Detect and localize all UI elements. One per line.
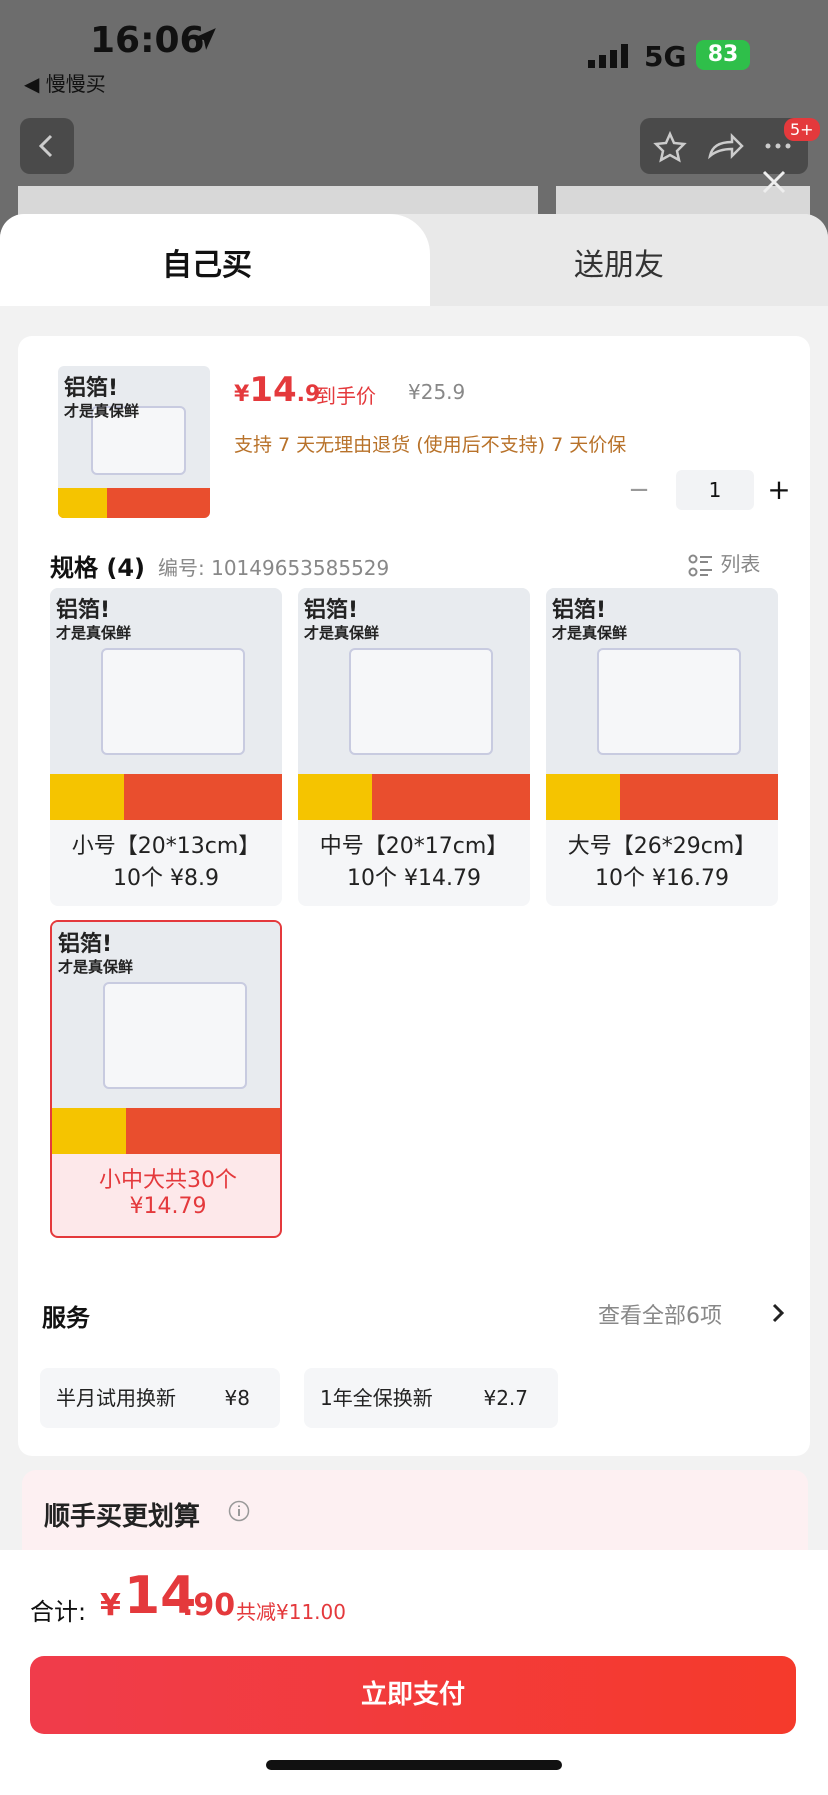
chevron-right-icon[interactable] xyxy=(770,1302,786,1324)
spec-option-large[interactable]: 铝箔! 才是真保鲜 大号【26*29cm】 10个 ¥16.79 xyxy=(546,588,778,906)
spec-code: 编号: 10149653585529 xyxy=(158,556,390,580)
option-name: 中号【20*17cm】 xyxy=(319,834,509,859)
home-indicator[interactable] xyxy=(266,1760,562,1770)
original-price: ¥25.9 xyxy=(408,380,466,404)
battery-icon: 83 xyxy=(696,40,750,70)
thumb-subtitle: 才是真保鲜 xyxy=(64,402,140,420)
price-tag: 到手价 xyxy=(316,384,376,408)
product-card: 铝箔! 才是真保鲜 ¥14.9 到手价 ¥25.9 支持 7 天无理由退货 (使… xyxy=(18,336,810,1456)
message-badge: 5+ xyxy=(784,118,820,141)
option-name: 大号【26*29cm】 xyxy=(567,834,757,859)
discount-text: 共减¥11.00 xyxy=(236,1600,346,1624)
option-name: 小号【20*13cm】 xyxy=(71,834,261,859)
product-thumbnail: 铝箔! 才是真保鲜 xyxy=(58,366,210,518)
pay-now-button[interactable]: 立即支付 xyxy=(30,1656,796,1734)
total-currency: ¥ xyxy=(100,1588,121,1623)
thumb-title: 铝箔! xyxy=(64,376,119,401)
option-name: 小中大共30个 xyxy=(99,1168,237,1193)
return-policy: 支持 7 天无理由退货 (使用后不支持) 7 天价保 xyxy=(234,434,627,456)
tab-self-buy-label[interactable]: 自己买 xyxy=(162,240,252,284)
back-button[interactable] xyxy=(20,118,74,174)
tab-bar: 自己买 送朋友 xyxy=(0,214,828,306)
location-arrow-icon xyxy=(194,28,216,50)
network-type: 5G xyxy=(644,40,687,73)
spec-title: 规格 (4) xyxy=(50,554,145,582)
services-title: 服务 xyxy=(42,1304,90,1332)
increase-button[interactable]: + xyxy=(762,470,796,510)
decrease-button[interactable]: − xyxy=(622,470,656,510)
list-icon xyxy=(688,554,712,576)
service-chip-trial[interactable]: 半月试用换新 ¥8 xyxy=(40,1368,280,1428)
total-decimal: .90 xyxy=(182,1588,236,1623)
list-view-toggle[interactable]: 列表 xyxy=(688,548,760,578)
status-time: 16:06 xyxy=(90,20,205,61)
quantity-input[interactable]: 1 xyxy=(676,470,754,510)
service-chip-warranty[interactable]: 1年全保换新 ¥2.7 xyxy=(304,1368,558,1428)
nav-actions xyxy=(640,118,808,174)
total-label: 合计: xyxy=(30,1598,87,1626)
quantity-stepper: − 1 + xyxy=(622,470,802,510)
spec-option-medium[interactable]: 铝箔! 才是真保鲜 中号【20*17cm】 10个 ¥14.79 xyxy=(298,588,530,906)
back-to-app-link[interactable]: ◀ 慢慢买 xyxy=(24,68,106,97)
final-price: ¥14.9 xyxy=(234,370,321,410)
checkout-footer: 合计: ¥ 14 .90 共减¥11.00 立即支付 xyxy=(0,1550,828,1795)
tab-gift-label[interactable]: 送朋友 xyxy=(574,240,664,284)
signal-icon xyxy=(588,44,628,68)
option-price: 10个 ¥8.9 xyxy=(113,866,219,891)
star-share-more-icon[interactable] xyxy=(640,118,808,174)
info-icon[interactable] xyxy=(228,1500,250,1522)
spec-option-combo[interactable]: 铝箔! 才是真保鲜 小中大共30个 ¥14.79 xyxy=(50,920,282,1238)
purchase-sheet: 自己买 送朋友 铝箔! 才是真保鲜 ¥14.9 到手价 ¥25.9 支持 7 天… xyxy=(0,214,828,1795)
close-icon[interactable] xyxy=(760,168,788,196)
chevron-left-icon xyxy=(38,134,53,158)
option-price: 10个 ¥16.79 xyxy=(595,866,729,891)
spec-option-small[interactable]: 铝箔! 才是真保鲜 小号【20*13cm】 10个 ¥8.9 xyxy=(50,588,282,906)
view-all-services-link[interactable]: 查看全部6项 xyxy=(598,1298,722,1330)
addon-title: 顺手买更划算 xyxy=(44,1502,201,1532)
list-label: 列表 xyxy=(720,552,761,576)
option-price: 10个 ¥14.79 xyxy=(347,866,481,891)
option-price: ¥14.79 xyxy=(129,1194,207,1219)
status-bar: 16:06 ◀ 慢慢买 5G 83 xyxy=(0,0,828,100)
